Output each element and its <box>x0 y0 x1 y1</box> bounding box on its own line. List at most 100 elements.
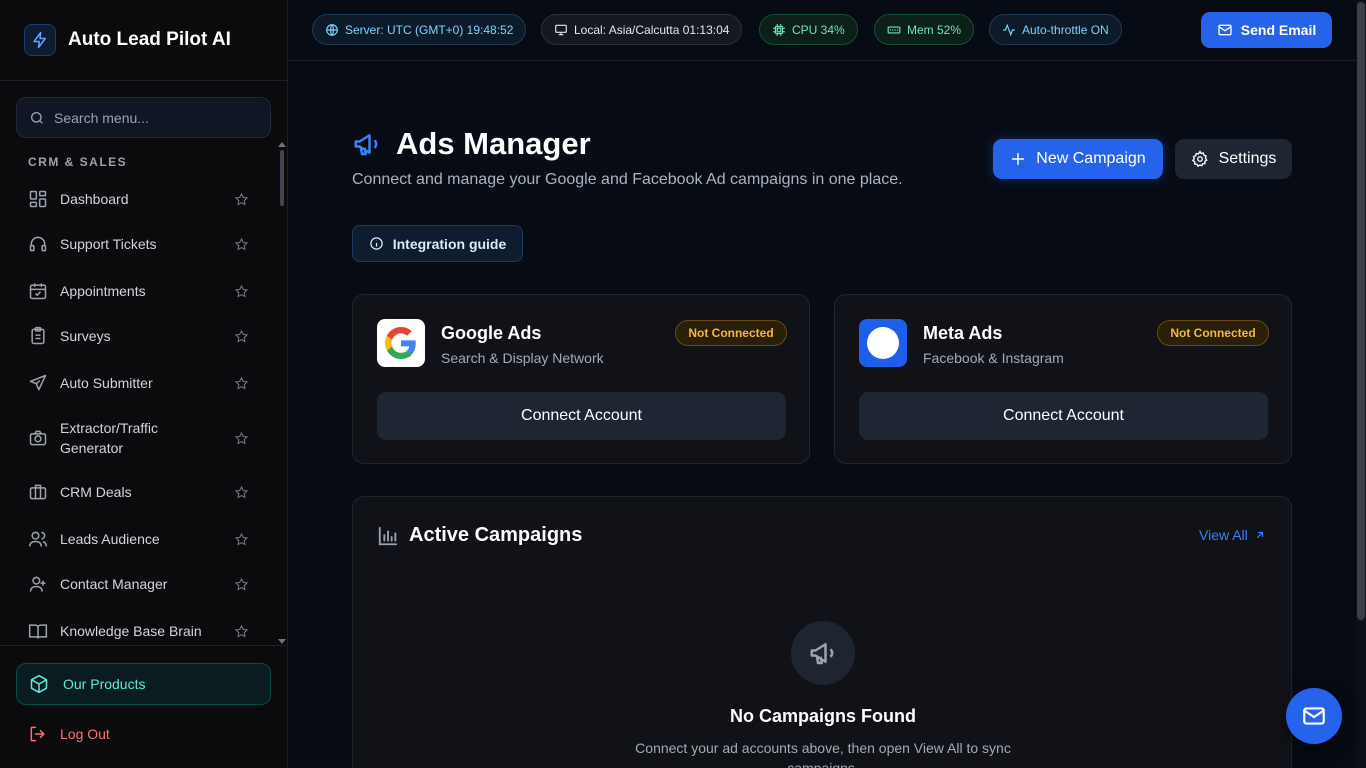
server-time: Server: UTC (GMT+0) 19:48:52 <box>345 22 514 37</box>
sidebar-item-crm-deals[interactable]: CRM Deals <box>16 482 266 502</box>
star-icon[interactable] <box>234 624 249 639</box>
sidebar-item-label: Extractor/Traffic Generator <box>60 420 159 456</box>
sidebar: Auto Lead Pilot AI CRM & SALES Dashboard… <box>0 0 288 768</box>
sidebar-item-appointments[interactable]: Appointments <box>16 281 266 301</box>
sidebar-item-label: Leads Audience <box>60 531 160 547</box>
sidebar-nav: Dashboard Support Tickets Appointments S… <box>0 176 276 642</box>
brand-name: Auto Lead Pilot AI <box>68 29 231 50</box>
calendar-check-icon <box>29 283 47 300</box>
bar-chart-icon <box>378 526 398 545</box>
google-logo-icon <box>377 319 425 367</box>
clipboard-icon <box>31 326 45 345</box>
search-input[interactable] <box>54 109 254 126</box>
monitor-icon <box>555 24 567 35</box>
sidebar-item-auto-submitter[interactable]: Auto Submitter <box>16 373 266 393</box>
new-campaign-button[interactable]: New Campaign <box>993 139 1163 179</box>
globe-icon <box>326 23 338 36</box>
scroll-up-arrow[interactable] <box>278 142 286 147</box>
scroll-thumb[interactable] <box>280 150 284 206</box>
view-all-label: View All <box>1199 527 1248 543</box>
star-icon[interactable] <box>234 237 249 252</box>
page-header: Ads Manager <box>352 126 591 162</box>
lightning-icon <box>24 24 56 56</box>
view-all-link[interactable]: View All <box>1199 527 1266 543</box>
memory-icon <box>887 26 901 33</box>
send-icon <box>29 374 47 391</box>
page-scrollbar[interactable] <box>1356 0 1366 768</box>
settings-button[interactable]: Settings <box>1175 139 1292 179</box>
auto-throttle-pill[interactable]: Auto-throttle ON <box>989 14 1122 45</box>
integration-guide-button[interactable]: Integration guide <box>352 225 523 262</box>
sidebar-item-label: CRM Deals <box>60 484 132 500</box>
active-campaigns-title: Active Campaigns <box>409 524 583 546</box>
empty-megaphone-icon <box>791 621 855 685</box>
floating-mail-button[interactable] <box>1286 688 1342 744</box>
empty-state-title: No Campaigns Found <box>730 706 916 726</box>
sidebar-item-extractor[interactable]: Extractor/Traffic Generator <box>16 418 266 458</box>
briefcase-icon <box>29 484 47 500</box>
sidebar-item-knowledge-base[interactable]: Knowledge Base Brain <box>16 621 266 641</box>
star-icon[interactable] <box>234 577 249 592</box>
sidebar-item-surveys[interactable]: Surveys <box>16 326 266 346</box>
cpu-icon <box>773 23 785 36</box>
star-icon[interactable] <box>234 329 249 344</box>
logout-label: Log Out <box>60 726 110 742</box>
memory-usage: Mem 52% <box>907 22 962 37</box>
send-email-button[interactable]: Send Email <box>1201 12 1332 48</box>
page-scroll-thumb[interactable] <box>1357 2 1365 620</box>
info-icon <box>369 237 383 250</box>
sidebar-item-label: Contact Manager <box>60 576 168 592</box>
logout-button[interactable]: Log Out <box>28 724 110 744</box>
star-icon[interactable] <box>234 284 249 299</box>
sidebar-item-contact-manager[interactable]: Contact Manager <box>16 574 266 594</box>
meta-connect-button[interactable]: Connect Account <box>859 392 1268 440</box>
arrow-up-right-icon <box>1256 531 1263 539</box>
status-badge: Not Connected <box>1157 320 1269 346</box>
sidebar-footer: Our Products Log Out <box>0 645 287 768</box>
sidebar-item-support-tickets[interactable]: Support Tickets <box>16 234 266 254</box>
sidebar-scrollbar[interactable] <box>278 142 286 644</box>
our-products-button[interactable]: Our Products <box>16 663 271 705</box>
meta-logo-icon <box>859 319 907 367</box>
our-products-label: Our Products <box>63 676 146 692</box>
megaphone-icon <box>354 134 378 156</box>
send-email-label: Send Email <box>1240 22 1317 38</box>
google-ads-card: Google Ads Search & Display Network Not … <box>352 294 810 464</box>
active-campaigns-header: Active Campaigns <box>377 524 582 547</box>
search-box[interactable] <box>16 97 271 138</box>
box-icon <box>30 674 48 694</box>
local-time-pill: Local: Asia/Calcutta 01:13:04 <box>541 14 743 45</box>
google-ads-name: Google Ads <box>441 323 542 343</box>
sidebar-item-label: Dashboard <box>60 191 129 207</box>
empty-state-subtitle: Connect your ad accounts above, then ope… <box>635 740 1011 768</box>
sidebar-item-leads-audience[interactable]: Leads Audience <box>16 529 266 549</box>
star-icon[interactable] <box>234 376 249 391</box>
mail-icon <box>1218 24 1232 36</box>
dashboard-icon <box>29 190 47 208</box>
google-connect-button[interactable]: Connect Account <box>377 392 786 440</box>
star-icon[interactable] <box>234 192 249 207</box>
new-campaign-label: New Campaign <box>1036 150 1146 167</box>
sidebar-item-label: Knowledge Base Brain <box>60 623 202 639</box>
active-campaigns-panel: Active Campaigns View All No Campaigns F… <box>352 496 1292 768</box>
scroll-down-arrow[interactable] <box>278 639 286 644</box>
memory-pill: Mem 52% <box>874 14 975 45</box>
user-group-icon <box>29 576 46 592</box>
auto-throttle-status: Auto-throttle ON <box>1022 22 1109 37</box>
google-ads-subtitle: Search & Display Network <box>441 350 604 366</box>
star-icon[interactable] <box>234 485 249 500</box>
book-icon <box>28 624 48 639</box>
status-badge: Not Connected <box>675 320 787 346</box>
sidebar-item-label: Auto Submitter <box>60 375 153 391</box>
brand[interactable]: Auto Lead Pilot AI <box>0 0 287 81</box>
logout-icon <box>30 726 45 742</box>
cpu-usage: CPU 34% <box>792 22 845 37</box>
sidebar-item-label: Appointments <box>60 283 146 299</box>
star-icon[interactable] <box>234 532 249 547</box>
mail-icon <box>1303 707 1325 725</box>
search-icon <box>31 111 43 124</box>
sidebar-item-dashboard[interactable]: Dashboard <box>16 189 266 209</box>
cpu-pill: CPU 34% <box>759 14 858 45</box>
camera-icon <box>29 430 47 446</box>
star-icon[interactable] <box>234 431 249 446</box>
